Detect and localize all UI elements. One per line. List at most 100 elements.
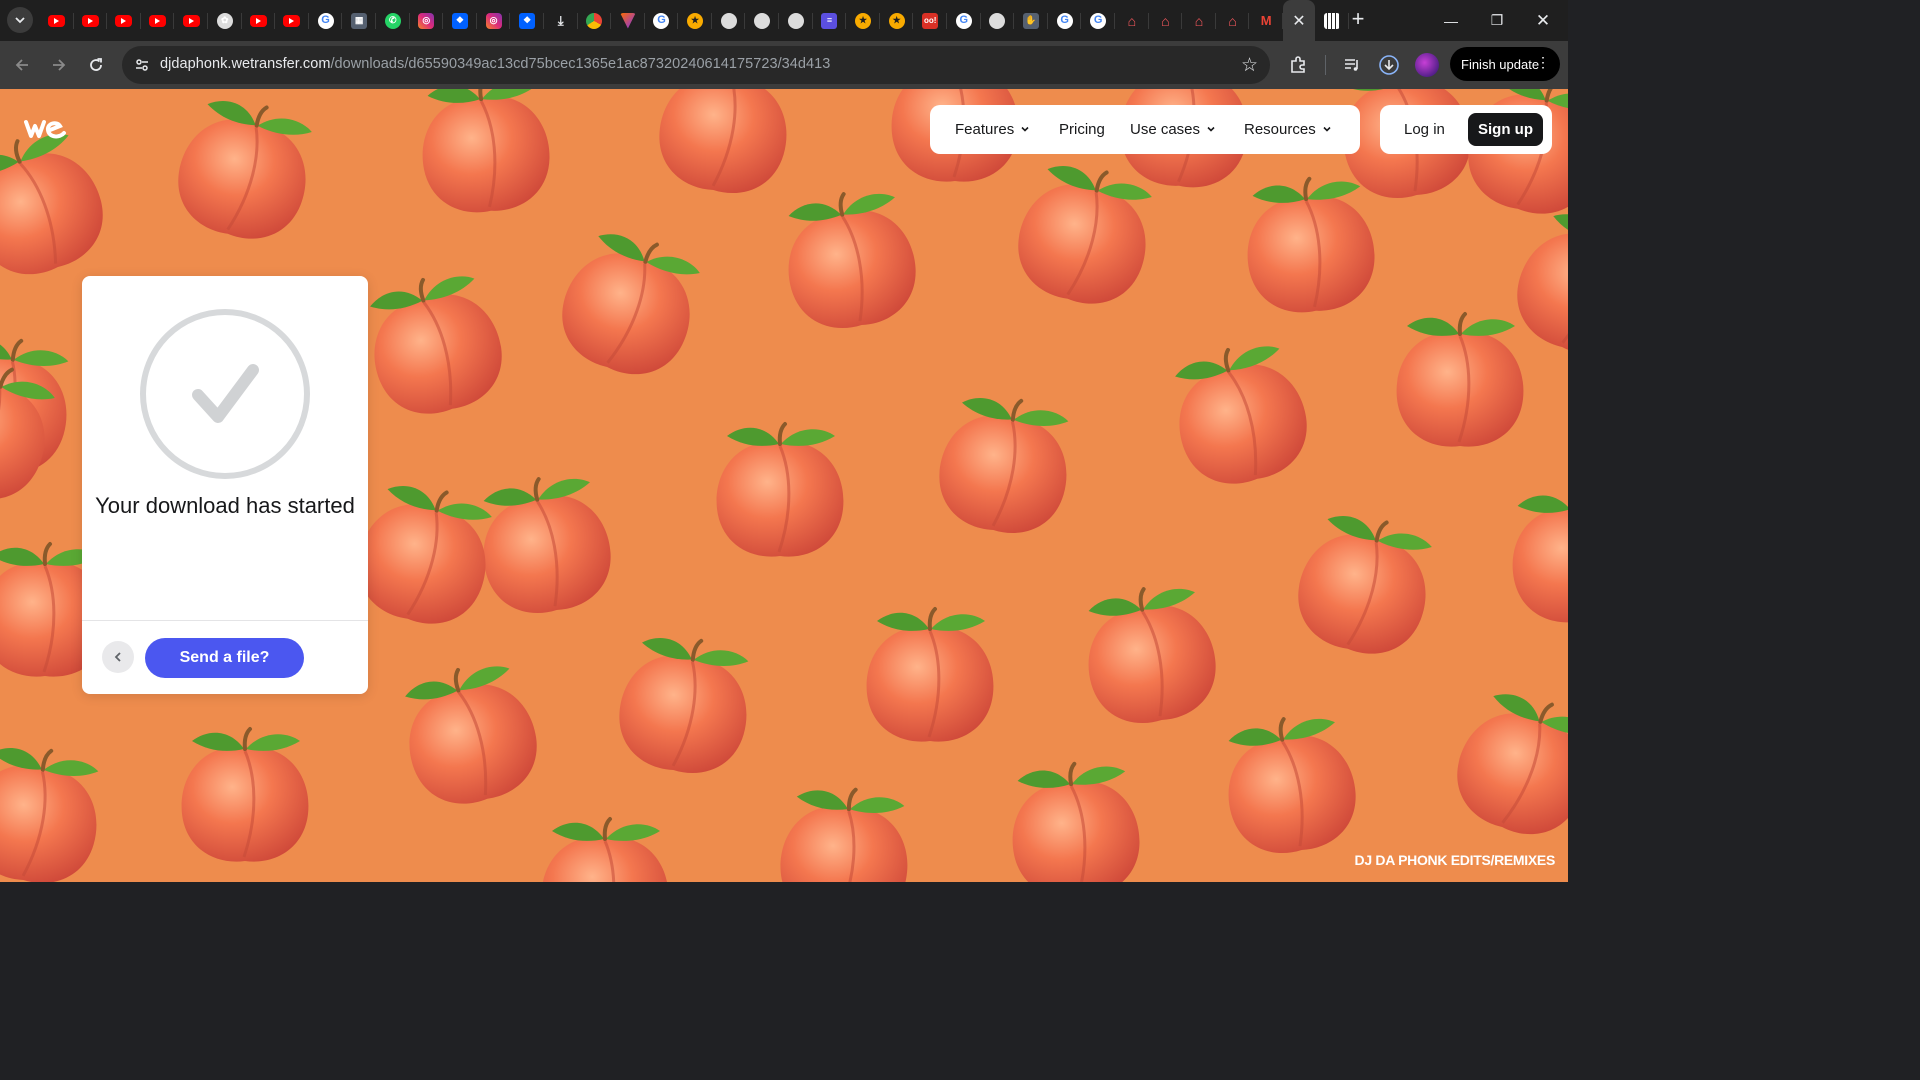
- browser-tab-chatgpt[interactable]: ✿: [208, 0, 242, 41]
- download-icon[interactable]: [1377, 53, 1401, 77]
- finish-update-button[interactable]: Finish update ⋮: [1450, 47, 1560, 81]
- browser-tab-youtube[interactable]: [74, 0, 108, 41]
- chevron-down-icon: [1020, 124, 1030, 137]
- restore-button[interactable]: ❐: [1474, 0, 1520, 41]
- whatsapp-favicon-icon: ✆: [384, 12, 401, 29]
- browser-tab-google[interactable]: G: [645, 0, 679, 41]
- close-window-button[interactable]: ✕: [1520, 0, 1566, 41]
- airbnb-favicon-icon: ⌂: [1161, 12, 1170, 29]
- peach-emoji-image: [864, 607, 996, 744]
- browser-toolbar: djdaphonk.wetransfer.com/downloads/d6559…: [0, 41, 1568, 89]
- vee-favicon-icon: [619, 12, 636, 29]
- minimize-button[interactable]: —: [1428, 0, 1474, 41]
- more-vert-icon[interactable]: ⋮: [1536, 54, 1550, 71]
- close-icon[interactable]: ✕: [1292, 11, 1305, 31]
- browser-tab-vee[interactable]: [611, 0, 645, 41]
- media-control-icon[interactable]: [1340, 53, 1364, 77]
- browser-tab-youtube[interactable]: [107, 0, 141, 41]
- browser-tab-oo[interactable]: oo!: [913, 0, 947, 41]
- browser-tab-instagram[interactable]: ◎: [477, 0, 511, 41]
- send-file-button[interactable]: Send a file?: [145, 638, 304, 678]
- peach-emoji-image: [0, 736, 111, 882]
- new-tab-button[interactable]: +: [1346, 8, 1370, 32]
- site-info-icon[interactable]: [132, 55, 152, 75]
- url-path: /downloads/d65590349ac13cd75bcec1365e1ac…: [330, 56, 831, 72]
- profile-avatar[interactable]: [1415, 53, 1439, 77]
- youtube-favicon-icon: [283, 14, 301, 27]
- browser-tab-airbnb[interactable]: ⌂: [1149, 0, 1183, 41]
- airbnb-favicon-icon: ⌂: [1194, 12, 1204, 29]
- extensions-icon[interactable]: [1286, 53, 1310, 77]
- browser-tab-dropbox[interactable]: ❖: [443, 0, 477, 41]
- youtube-favicon-icon: [115, 14, 133, 27]
- browser-tab-airbnb[interactable]: ⌂: [1182, 0, 1216, 41]
- reload-button[interactable]: [82, 51, 110, 79]
- browser-tab-cc[interactable]: ✋: [1014, 0, 1048, 41]
- youtube-favicon-icon: [249, 14, 267, 27]
- browser-tab-whatsapp[interactable]: ✆: [376, 0, 410, 41]
- airbnb-favicon-icon: ⌂: [1127, 12, 1137, 29]
- browser-tab-airbnb[interactable]: ⌂: [1115, 0, 1149, 41]
- nav-features[interactable]: Features: [955, 105, 1030, 154]
- browser-tab-youtube[interactable]: [40, 0, 74, 41]
- star-favicon-icon: ★: [687, 12, 704, 29]
- peach-emoji-image: [648, 89, 801, 204]
- back-button[interactable]: [8, 51, 36, 79]
- peach-emoji-image: [354, 262, 516, 428]
- browser-tab-dropbox[interactable]: ❖: [510, 0, 544, 41]
- browser-tab-list[interactable]: ≡: [813, 0, 847, 41]
- forward-button[interactable]: [45, 51, 73, 79]
- active-browser-tab[interactable]: ✕: [1282, 0, 1315, 41]
- browser-tab-star[interactable]: ★: [678, 0, 712, 41]
- bookmark-star-icon[interactable]: ☆: [1241, 54, 1258, 77]
- watermark-credit: DJ DA PHONK EDITS/REMIXES: [1354, 852, 1556, 868]
- browser-tab-chrome[interactable]: [578, 0, 612, 41]
- download-started-heading: Your download has started: [95, 493, 355, 518]
- chevron-down-icon: [1322, 124, 1332, 137]
- nav-pricing-label: Pricing: [1059, 121, 1105, 138]
- back-arrow-button[interactable]: [102, 641, 134, 673]
- address-bar[interactable]: djdaphonk.wetransfer.com/downloads/d6559…: [122, 46, 1270, 84]
- browser-tab-star[interactable]: ★: [846, 0, 880, 41]
- reload-icon: [90, 58, 102, 71]
- browser-tab-google[interactable]: G: [309, 0, 343, 41]
- browser-tab-globe[interactable]: [779, 0, 813, 41]
- nav-pricing[interactable]: Pricing: [1059, 105, 1105, 154]
- airbnb-favicon-icon: ⌂: [1228, 12, 1237, 29]
- browser-tab-youtube[interactable]: [174, 0, 208, 41]
- google-favicon-icon: G: [955, 12, 972, 29]
- chrome-favicon-icon: [586, 12, 603, 29]
- page-content: Features Pricing Use cases Resources Log…: [0, 89, 1568, 882]
- browser-tab-globe[interactable]: [745, 0, 779, 41]
- peach-emoji-image: [1004, 756, 1147, 882]
- wetransfer-logo[interactable]: [24, 118, 68, 145]
- login-link[interactable]: Log in: [1404, 105, 1445, 154]
- browser-tab-google[interactable]: G: [1048, 0, 1082, 41]
- browser-tab-gmail[interactable]: M: [1249, 0, 1283, 41]
- browser-tab-google[interactable]: G: [1081, 0, 1115, 41]
- peach-emoji-image: [1159, 332, 1321, 498]
- tab-search-button[interactable]: [7, 7, 33, 33]
- browser-tab-youtube[interactable]: [275, 0, 309, 41]
- nav-resources[interactable]: Resources: [1244, 105, 1332, 154]
- chevron-down-icon: [1206, 124, 1216, 137]
- browser-tab-download[interactable]: ⤓: [544, 0, 578, 41]
- browser-tab-instagram[interactable]: ◎: [410, 0, 444, 41]
- signup-button[interactable]: Sign up: [1468, 113, 1543, 146]
- peach-emoji-image: [1239, 171, 1382, 319]
- youtube-favicon-icon: [81, 14, 99, 27]
- oo-favicon-icon: oo!: [922, 12, 939, 29]
- star-favicon-icon: ★: [888, 12, 905, 29]
- nav-use-cases[interactable]: Use cases: [1130, 105, 1216, 154]
- browser-tab-square[interactable]: ▦: [342, 0, 376, 41]
- browser-tab-youtube[interactable]: [141, 0, 175, 41]
- browser-tab-google[interactable]: G: [947, 0, 981, 41]
- browser-tab-youtube[interactable]: [242, 0, 276, 41]
- browser-tab-globe[interactable]: [981, 0, 1015, 41]
- browser-tab-airbnb[interactable]: ⌂: [1216, 0, 1250, 41]
- google-favicon-icon: G: [653, 12, 670, 29]
- browser-tab-piano[interactable]: [1315, 0, 1349, 41]
- peach-emoji-image: [389, 652, 551, 818]
- browser-tab-star[interactable]: ★: [880, 0, 914, 41]
- browser-tab-globe[interactable]: [712, 0, 746, 41]
